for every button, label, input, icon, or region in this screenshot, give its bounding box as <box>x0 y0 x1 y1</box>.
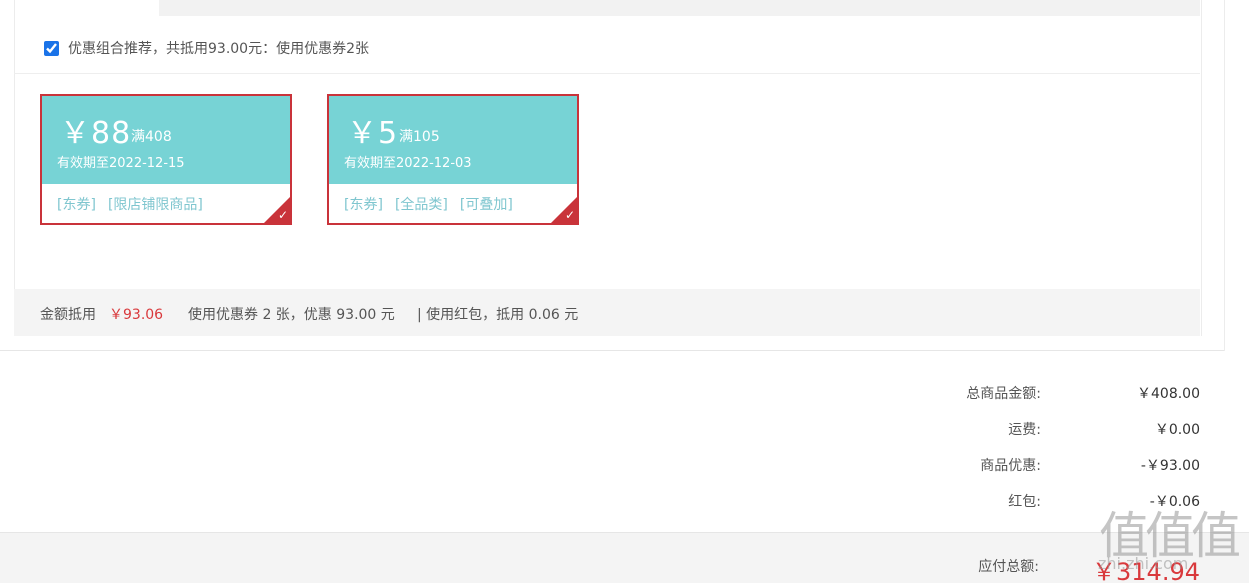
tab-strip <box>159 0 1200 16</box>
coupon-expiry: 有效期至2022-12-15 <box>57 156 185 171</box>
coupon-tag: [可叠加] <box>459 197 513 213</box>
watermark-site: zhi.zhi.com <box>1098 554 1189 573</box>
coupon-expiry: 有效期至2022-12-03 <box>344 156 472 171</box>
recommend-checkbox[interactable] <box>44 40 59 56</box>
discount-summary-bar: 金额抵用 ￥93.06 使用优惠券 2 张，优惠 93.00 元 | 使用红包，… <box>14 289 1200 336</box>
recommend-text: 优惠组合推荐，共抵用93.00元：使用优惠券2张 <box>68 41 369 57</box>
coupon-head: ￥88 满408 有效期至2022-12-15 <box>42 96 290 184</box>
redpacket-usage-text: | 使用红包，抵用 0.06 元 <box>417 307 579 323</box>
coupon-tags: [东券] [限店铺限商品] <box>57 194 203 214</box>
coupon-usage-text: 使用优惠券 2 张，优惠 93.00 元 <box>188 307 395 323</box>
recommend-combo-option[interactable]: 优惠组合推荐，共抵用93.00元：使用优惠券2张 <box>44 37 369 59</box>
coupon-tag: [东券] <box>344 197 383 213</box>
coupon-card[interactable]: ￥88 满408 有效期至2022-12-15 [东券] [限店铺限商品] ✓ <box>40 94 292 225</box>
divider <box>14 73 1200 74</box>
coupon-tag: [全品类] <box>394 197 448 213</box>
total-value: ￥0.00 <box>1154 422 1200 438</box>
coupon-minimum: 满408 <box>131 129 172 145</box>
coupon-amount: ￥88 <box>60 116 132 151</box>
coupon-head: ￥5 满105 有效期至2022-12-03 <box>329 96 577 184</box>
coupon-tag: [东券] <box>57 197 96 213</box>
deduct-value: ￥93.06 <box>109 307 164 323</box>
coupon-tags: [东券] [全品类] [可叠加] <box>344 194 513 214</box>
total-label: 商品优惠: <box>980 458 1041 474</box>
payable-bar <box>0 532 1249 583</box>
check-icon: ✓ <box>277 208 288 222</box>
panel-border-bottom <box>0 350 1224 351</box>
total-label: 红包: <box>1008 494 1041 510</box>
coupon-minimum: 满105 <box>399 129 440 145</box>
deduct-label: 金额抵用 <box>40 307 96 323</box>
total-value: -￥93.00 <box>1140 458 1200 474</box>
total-value: ￥408.00 <box>1137 386 1200 402</box>
total-label: 总商品金额: <box>966 386 1041 402</box>
panel-border-right <box>1224 0 1225 351</box>
coupon-amount: ￥5 <box>347 116 399 151</box>
coupon-tag: [限店铺限商品] <box>107 197 203 213</box>
check-icon: ✓ <box>564 208 575 222</box>
total-label: 运费: <box>1008 422 1041 438</box>
payable-label: 应付总额: <box>978 559 1039 575</box>
coupon-card[interactable]: ￥5 满105 有效期至2022-12-03 [东券] [全品类] [可叠加] … <box>327 94 579 225</box>
